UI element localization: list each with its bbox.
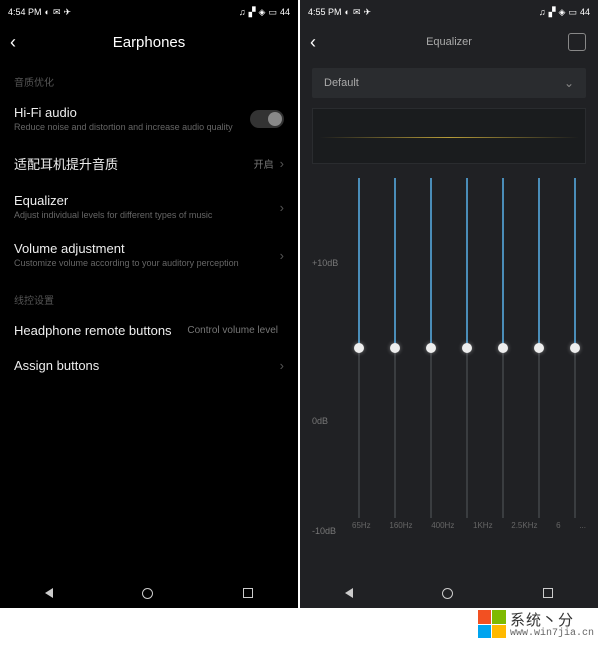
header: ‹ Earphones <box>0 22 298 62</box>
volume-adjustment-row[interactable]: Volume adjustment Customize volume accor… <box>0 231 298 280</box>
status-bar: 4:55 PM ◐ ✉ ✈ ♫ ▞ ◈ ▭ 44 <box>300 0 598 22</box>
windows-logo-icon <box>478 610 506 638</box>
preset-dropdown[interactable]: Default ⌄ <box>312 68 586 98</box>
nav-back-icon[interactable] <box>45 588 53 598</box>
freq-labels: 65Hz 160Hz 400Hz 1KHz 2.5KHz 6 ... <box>352 521 586 530</box>
assign-title: Assign buttons <box>14 358 280 373</box>
android-navbar <box>300 578 598 608</box>
save-preset-icon[interactable] <box>568 33 586 51</box>
telegram-icon: ✈ <box>364 7 372 18</box>
slider-thumb[interactable] <box>534 343 544 353</box>
page-title: Equalizer <box>300 36 598 48</box>
slider-thumb[interactable] <box>462 343 472 353</box>
freq-160: 160Hz <box>389 521 412 530</box>
eq-slider-65hz[interactable] <box>352 178 366 518</box>
slider-thumb[interactable] <box>354 343 364 353</box>
remote-title: Headphone remote buttons <box>14 323 187 338</box>
messaging-icon: ✉ <box>353 7 361 18</box>
db-minus-10-label: -10dB <box>312 526 336 536</box>
nav-recent-icon[interactable] <box>243 588 253 598</box>
equalizer-screen: 4:55 PM ◐ ✉ ✈ ♫ ▞ ◈ ▭ 44 ‹ Equalizer Def… <box>300 0 598 608</box>
preset-label: Default <box>324 77 359 89</box>
status-time: 4:55 PM <box>308 7 342 17</box>
eq-slider-area: +10dB 0dB -10dB 65Hz 160Hz 400Hz 1KHz 2.… <box>312 168 586 548</box>
watermark: 系统丶分 www.win7jia.cn <box>478 609 594 639</box>
db-plus-10-label: +10dB <box>312 258 338 268</box>
freq-400: 400Hz <box>431 521 454 530</box>
status-time: 4:54 PM <box>8 7 42 17</box>
chevron-down-icon: ⌄ <box>564 76 574 90</box>
freq-last: ... <box>579 521 586 530</box>
telegram-icon: ✈ <box>64 7 72 18</box>
wifi-icon: ◈ <box>259 7 266 18</box>
wifi-icon: ◈ <box>559 7 566 18</box>
chevron-right-icon: › <box>280 358 284 373</box>
chevron-right-icon: › <box>280 248 284 263</box>
vol-sub: Customize volume according to your audit… <box>14 258 280 270</box>
earphones-screen: 4:54 PM ◐ ✉ ✈ ♫ ▞ ◈ ▭ 44 ‹ Earphones 音质优… <box>0 0 298 608</box>
battery-pct: 44 <box>280 7 290 17</box>
eq-slider-6khz[interactable] <box>532 178 546 518</box>
chevron-right-icon: › <box>280 200 284 215</box>
freq-65: 65Hz <box>352 521 371 530</box>
headphone-icon: ♫ <box>239 7 246 17</box>
nav-home-icon[interactable] <box>442 588 453 599</box>
nav-home-icon[interactable] <box>142 588 153 599</box>
android-navbar <box>0 578 298 608</box>
hifi-title: Hi-Fi audio <box>14 105 250 120</box>
adapt-headphone-row[interactable]: 适配耳机提升音质 开启 › <box>0 144 298 183</box>
header: ‹ Equalizer <box>300 22 598 62</box>
freq-6k: 6 <box>556 521 560 530</box>
eq-slider-1khz[interactable] <box>460 178 474 518</box>
watermark-text: 系统丶分 <box>510 612 574 629</box>
headphone-icon: ♫ <box>539 7 546 17</box>
eq-title: Equalizer <box>14 193 280 208</box>
slider-thumb[interactable] <box>498 343 508 353</box>
whatsapp-icon: ◐ <box>45 7 50 17</box>
page-title: Earphones <box>0 34 298 51</box>
whatsapp-icon: ◐ <box>345 7 350 17</box>
section-audio-quality: 音质优化 <box>0 62 298 95</box>
eq-slider-160hz[interactable] <box>388 178 402 518</box>
messaging-icon: ✉ <box>53 7 61 18</box>
watermark-url: www.win7jia.cn <box>510 628 594 639</box>
remote-value: Control volume level <box>187 325 278 336</box>
eq-slider-7[interactable] <box>568 178 582 518</box>
signal-icon: ▞ <box>249 7 256 18</box>
eq-slider-2-5khz[interactable] <box>496 178 510 518</box>
freq-1k: 1KHz <box>473 521 493 530</box>
hifi-audio-row[interactable]: Hi-Fi audio Reduce noise and distortion … <box>0 95 298 144</box>
eq-response-graph <box>312 108 586 164</box>
db-zero-label: 0dB <box>312 416 328 426</box>
hifi-sub: Reduce noise and distortion and increase… <box>14 122 250 134</box>
battery-icon: ▭ <box>568 7 577 18</box>
equalizer-row[interactable]: Equalizer Adjust individual levels for d… <box>0 183 298 232</box>
adapt-title: 适配耳机提升音质 <box>14 154 254 173</box>
status-bar: 4:54 PM ◐ ✉ ✈ ♫ ▞ ◈ ▭ 44 <box>0 0 298 22</box>
eq-slider-400hz[interactable] <box>424 178 438 518</box>
eq-sub: Adjust individual levels for different t… <box>14 210 280 222</box>
headphone-remote-row[interactable]: Headphone remote buttons Control volume … <box>0 313 298 348</box>
hifi-toggle[interactable] <box>250 110 284 128</box>
eq-sliders <box>352 178 582 518</box>
adapt-value: 开启 <box>254 156 274 171</box>
vol-title: Volume adjustment <box>14 241 280 256</box>
nav-recent-icon[interactable] <box>543 588 553 598</box>
slider-thumb[interactable] <box>426 343 436 353</box>
response-line <box>319 137 579 138</box>
section-remote: 线控设置 <box>0 280 298 313</box>
slider-thumb[interactable] <box>390 343 400 353</box>
signal-icon: ▞ <box>549 7 556 18</box>
nav-back-icon[interactable] <box>345 588 353 598</box>
battery-icon: ▭ <box>268 7 277 18</box>
assign-buttons-row[interactable]: Assign buttons › <box>0 348 298 383</box>
slider-thumb[interactable] <box>570 343 580 353</box>
battery-pct: 44 <box>580 7 590 17</box>
chevron-right-icon: › <box>280 156 284 171</box>
freq-2-5k: 2.5KHz <box>511 521 537 530</box>
